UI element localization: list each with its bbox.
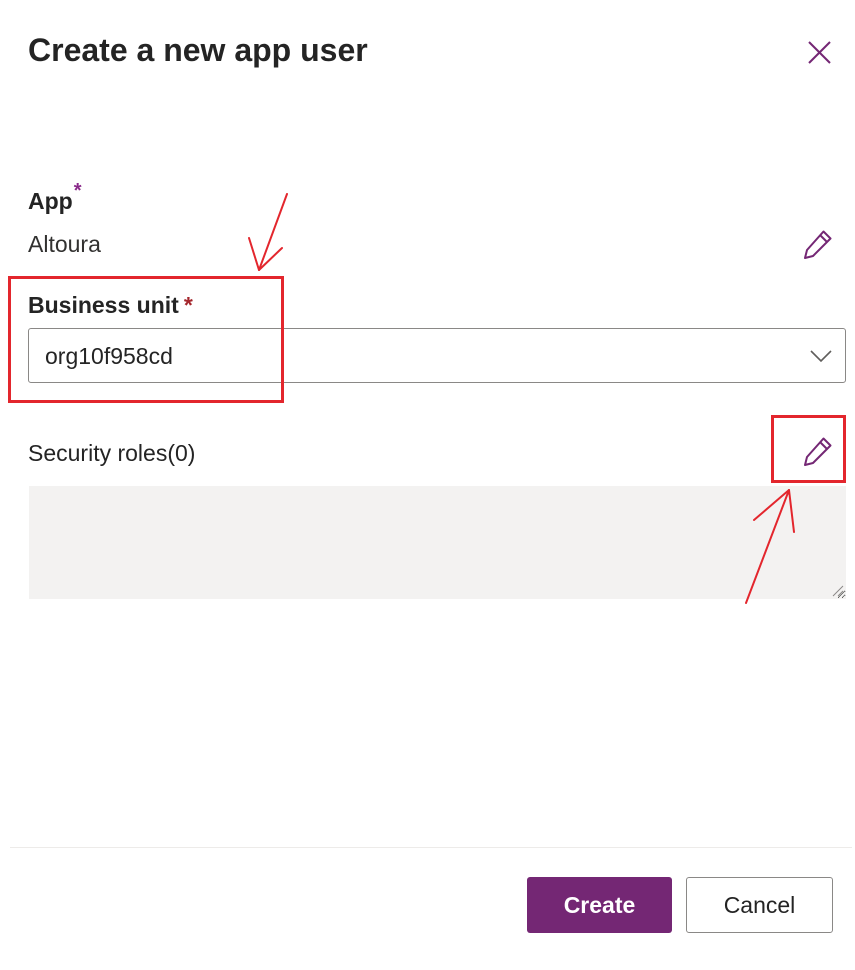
edit-app-button[interactable] (800, 226, 836, 262)
app-required-mark: * (73, 180, 82, 202)
annotation-arrows (248, 193, 795, 604)
security-roles-textarea[interactable] (29, 486, 846, 599)
close-button[interactable] (801, 35, 837, 71)
business-unit-label-text: Business unit (28, 292, 179, 318)
resize-grip-icon[interactable] (830, 583, 844, 597)
footer-divider (10, 847, 852, 848)
edit-security-roles-button[interactable] (800, 433, 836, 469)
app-label: App* (28, 180, 82, 218)
app-value: Altoura (28, 231, 101, 257)
business-unit-select[interactable]: org10f958cd (28, 328, 846, 383)
security-roles-label: Security roles(0) (28, 440, 196, 466)
business-unit-selected-value: org10f958cd (45, 343, 173, 369)
app-label-text: App (28, 188, 73, 214)
pencil-icon (804, 230, 832, 259)
pencil-icon (804, 437, 832, 466)
cancel-button[interactable]: Cancel (686, 877, 833, 933)
create-button[interactable]: Create (527, 877, 672, 933)
annotation-arrow-down (248, 193, 288, 271)
close-icon (808, 41, 831, 64)
business-unit-label: Business unit * (28, 290, 193, 320)
chevron-down-icon (810, 350, 832, 363)
business-unit-required-mark: * (183, 292, 193, 318)
panel-title: Create a new app user (28, 32, 368, 68)
